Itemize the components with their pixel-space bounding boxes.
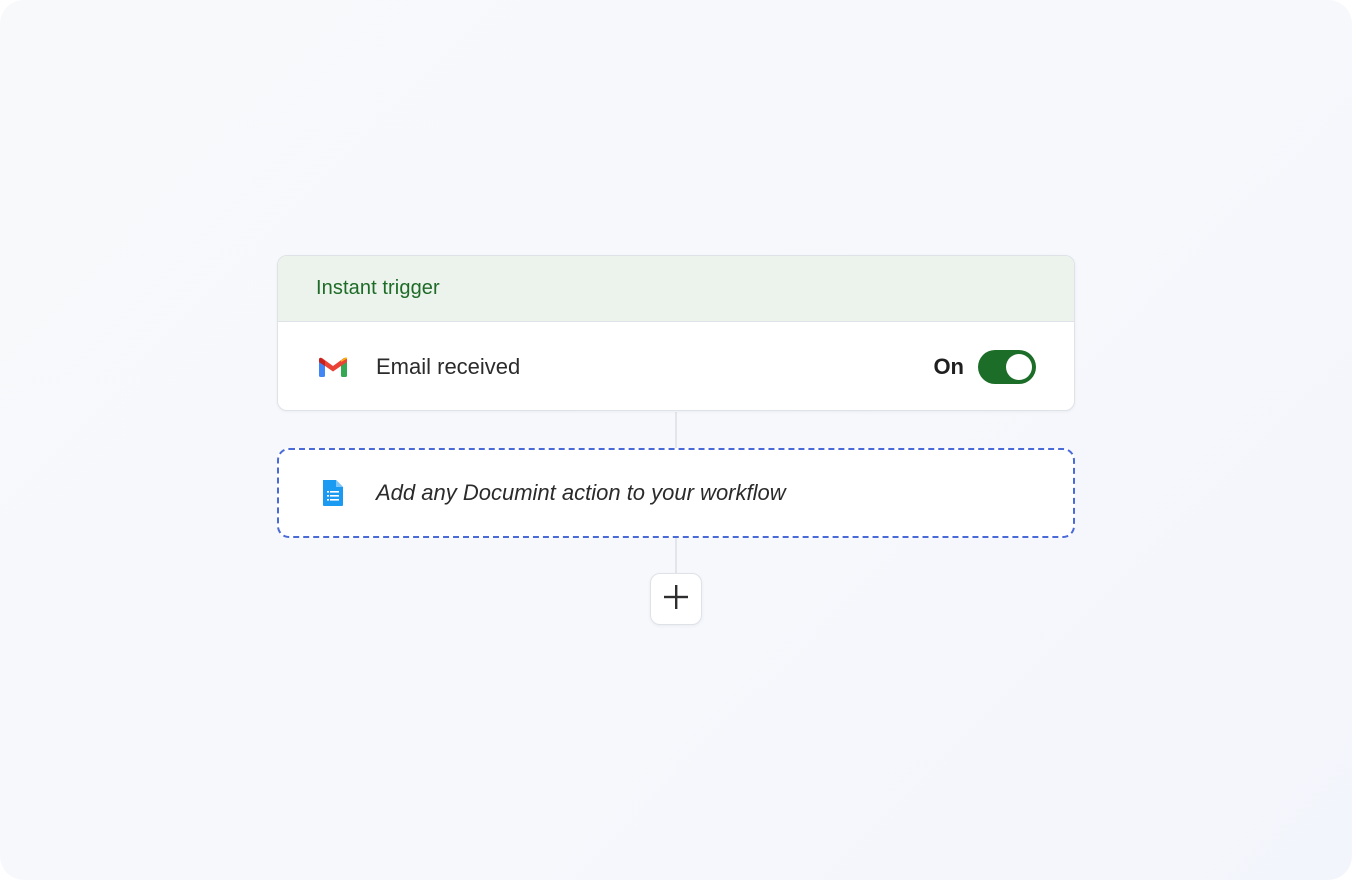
gmail-icon: [318, 356, 348, 378]
connector-line: [675, 538, 677, 574]
trigger-header: Instant trigger: [278, 256, 1074, 322]
plus-icon: [663, 584, 689, 615]
add-action-label: Add any Documint action to your workflow: [376, 480, 786, 505]
workflow-canvas: Instant trigger Email received On Add an…: [0, 0, 1352, 880]
toggle-knob: [1006, 353, 1032, 380]
add-step-button[interactable]: [650, 573, 702, 625]
connector-line: [675, 412, 677, 448]
trigger-event-label: Email received: [376, 353, 521, 379]
trigger-toggle-switch[interactable]: [978, 349, 1036, 384]
add-action-placeholder[interactable]: Add any Documint action to your workflow: [277, 448, 1075, 538]
trigger-row[interactable]: Email received On: [278, 322, 1074, 410]
document-icon: [321, 479, 345, 507]
toggle-status-label: On: [933, 353, 964, 379]
trigger-title: Instant trigger: [316, 277, 440, 299]
trigger-card[interactable]: Instant trigger Email received On: [277, 255, 1075, 411]
